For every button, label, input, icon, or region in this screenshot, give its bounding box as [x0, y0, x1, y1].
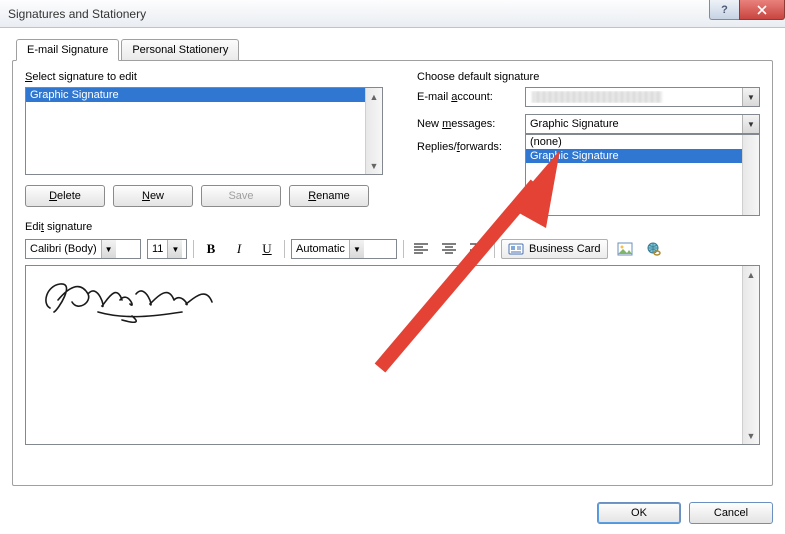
italic-button[interactable]: I	[228, 239, 250, 259]
scroll-up-icon[interactable]: ▲	[743, 266, 759, 283]
dialog-footer: OK Cancel	[597, 502, 773, 524]
tab-personal-stationery[interactable]: Personal Stationery	[121, 39, 239, 61]
signature-listbox[interactable]: Graphic Signature ▲ ▼	[25, 87, 383, 175]
dropdown-option-graphic[interactable]: Graphic Signature	[526, 149, 742, 163]
align-right-button[interactable]	[466, 239, 488, 259]
email-blurred-value	[532, 91, 662, 103]
align-center-button[interactable]	[438, 239, 460, 259]
align-left-icon	[413, 241, 429, 257]
rename-button[interactable]: Rename	[289, 185, 369, 207]
tab-email-signature[interactable]: E-mail Signature	[16, 39, 119, 61]
ok-button[interactable]: OK	[597, 502, 681, 524]
editor-toolbar: Calibri (Body)▼ 11▼ B I U Automatic▼	[25, 237, 760, 261]
underline-button[interactable]: U	[256, 239, 278, 259]
scroll-up-icon[interactable]: ▲	[366, 88, 382, 105]
globe-link-icon	[645, 241, 661, 257]
picture-icon	[617, 241, 633, 257]
font-family-dropdown[interactable]: Calibri (Body)▼	[25, 239, 141, 259]
separator	[403, 240, 404, 258]
help-button[interactable]: ?	[709, 0, 739, 20]
list-item[interactable]: Graphic Signature	[26, 88, 365, 102]
align-center-icon	[441, 241, 457, 257]
replies-forwards-label: Replies/forwards:	[417, 141, 517, 153]
listbox-scrollbar[interactable]: ▲ ▼	[365, 88, 382, 174]
dialog-content: E-mail Signature Personal Stationery Sel…	[0, 28, 785, 534]
close-icon	[757, 5, 767, 15]
choose-default-label: Choose default signature	[417, 71, 760, 83]
tab-panel: Select signature to edit Graphic Signatu…	[12, 60, 773, 486]
select-signature-label: Select signature to edit	[25, 71, 395, 83]
chevron-down-icon[interactable]: ▼	[742, 88, 759, 106]
popup-scrollbar[interactable]	[742, 135, 759, 215]
new-messages-dropdown[interactable]: Graphic Signature ▼ (none) Graphic Signa…	[525, 114, 760, 134]
align-left-button[interactable]	[410, 239, 432, 259]
edit-signature-label: Edit signature	[25, 221, 760, 233]
scroll-down-icon[interactable]: ▼	[366, 157, 382, 174]
font-size-dropdown[interactable]: 11▼	[147, 239, 187, 259]
dropdown-option-none[interactable]: (none)	[526, 135, 742, 149]
editor-scrollbar[interactable]: ▲ ▼	[742, 266, 759, 444]
bold-button[interactable]: B	[200, 239, 222, 259]
chevron-down-icon: ▼	[349, 240, 364, 258]
chevron-down-icon: ▼	[167, 240, 182, 258]
separator	[193, 240, 194, 258]
tab-strip: E-mail Signature Personal Stationery	[12, 38, 773, 60]
cancel-button[interactable]: Cancel	[689, 502, 773, 524]
window-controls: ?	[709, 0, 785, 20]
card-icon	[508, 241, 524, 257]
align-right-icon	[469, 241, 485, 257]
new-messages-label: New messages:	[417, 118, 517, 130]
titlebar: Signatures and Stationery ?	[0, 0, 785, 28]
new-button[interactable]: New	[113, 185, 193, 207]
window-title: Signatures and Stationery	[8, 7, 146, 21]
editor-canvas[interactable]	[26, 266, 742, 444]
chevron-down-icon: ▼	[101, 240, 116, 258]
chevron-down-icon[interactable]: ▼	[742, 115, 759, 133]
email-account-dropdown[interactable]: ▼	[525, 87, 760, 107]
font-color-dropdown[interactable]: Automatic▼	[291, 239, 397, 259]
new-messages-popup: (none) Graphic Signature	[525, 134, 760, 216]
insert-picture-button[interactable]	[614, 239, 636, 259]
scroll-down-icon[interactable]: ▼	[743, 427, 759, 444]
separator	[284, 240, 285, 258]
delete-button[interactable]: Delete	[25, 185, 105, 207]
insert-hyperlink-button[interactable]	[642, 239, 664, 259]
separator	[494, 240, 495, 258]
signature-graphic	[36, 272, 226, 324]
save-button[interactable]: Save	[201, 185, 281, 207]
business-card-button[interactable]: Business Card	[501, 239, 608, 259]
close-button[interactable]	[739, 0, 785, 20]
email-account-label: E-mail account:	[417, 91, 517, 103]
signature-editor[interactable]: ▲ ▼	[25, 265, 760, 445]
